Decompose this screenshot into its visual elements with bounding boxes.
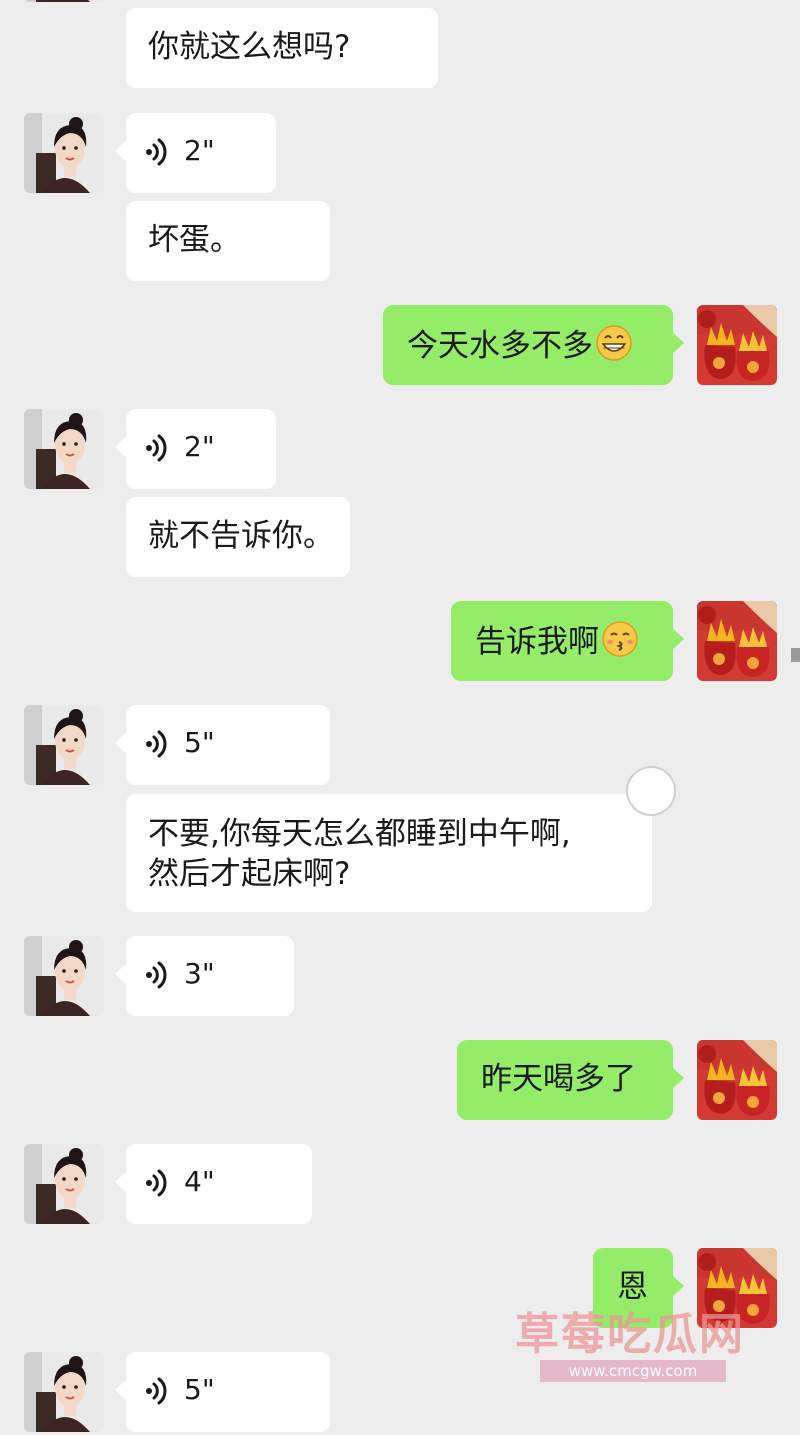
message-bubble-incoming[interactable]: 不要,你每天怎么都睡到中午啊, 然后才起床啊? bbox=[126, 794, 652, 912]
message-bubble-incoming[interactable]: 坏蛋。 bbox=[126, 201, 330, 281]
contact-avatar[interactable] bbox=[24, 1352, 104, 1432]
message-text: 告诉我啊 bbox=[475, 620, 639, 662]
voice-wave-icon bbox=[144, 1376, 170, 1406]
voice-wave-icon bbox=[144, 960, 170, 990]
message-text-content: 今天水多不多 bbox=[407, 328, 593, 364]
watermark-text: 草莓吃瓜网 bbox=[515, 1309, 745, 1360]
contact-avatar[interactable] bbox=[24, 0, 104, 2]
message-text: 昨天喝多了 bbox=[481, 1061, 636, 1097]
floating-button[interactable] bbox=[626, 766, 676, 816]
watermark-url: www.cmcgw.com bbox=[540, 1360, 726, 1382]
self-avatar[interactable] bbox=[697, 305, 777, 385]
kiss-emoji-icon bbox=[601, 620, 639, 658]
voice-wave-icon bbox=[144, 729, 170, 759]
contact-avatar[interactable] bbox=[24, 409, 104, 489]
message-bubble-incoming[interactable]: 你就这么想吗? bbox=[126, 8, 438, 88]
scrollbar-thumb[interactable] bbox=[791, 648, 800, 662]
voice-duration: 2" bbox=[184, 134, 215, 167]
contact-avatar[interactable] bbox=[24, 936, 104, 1016]
grin-emoji-icon bbox=[595, 324, 633, 362]
self-avatar[interactable] bbox=[697, 601, 777, 681]
message-text: 坏蛋。 bbox=[148, 222, 241, 258]
voice-duration: 5" bbox=[184, 726, 215, 759]
voice-duration: 2" bbox=[184, 430, 215, 463]
voice-message-bubble[interactable]: 3" bbox=[115, 936, 294, 1016]
voice-duration: 4" bbox=[184, 1165, 215, 1198]
contact-avatar[interactable] bbox=[24, 705, 104, 785]
voice-message-bubble[interactable]: 2" bbox=[115, 113, 276, 193]
voice-message-bubble[interactable]: 4" bbox=[115, 1144, 312, 1224]
message-text: 不要,你每天怎么都睡到中午啊, bbox=[148, 816, 571, 852]
contact-avatar[interactable] bbox=[24, 113, 104, 193]
voice-wave-icon bbox=[144, 433, 170, 463]
contact-avatar[interactable] bbox=[24, 1144, 104, 1224]
voice-wave-icon bbox=[144, 1168, 170, 1198]
message-bubble-incoming[interactable]: 就不告诉你。 bbox=[126, 497, 350, 577]
message-text-line2: 然后才起床啊? bbox=[148, 856, 351, 892]
voice-wave-icon bbox=[144, 137, 170, 167]
message-text-content: 告诉我啊 bbox=[475, 624, 599, 660]
voice-message-bubble[interactable]: 2" bbox=[115, 409, 276, 489]
message-bubble-outgoing[interactable]: 今天水多不多 bbox=[383, 305, 684, 385]
message-text: 今天水多不多 bbox=[407, 324, 633, 366]
message-bubble-outgoing[interactable]: 告诉我啊 bbox=[451, 601, 684, 681]
message-bubble-outgoing[interactable]: 昨天喝多了 bbox=[457, 1040, 684, 1120]
voice-message-bubble[interactable]: 5" bbox=[115, 705, 330, 785]
voice-duration: 3" bbox=[184, 957, 215, 990]
self-avatar[interactable] bbox=[697, 1040, 777, 1120]
message-text: 你就这么想吗? bbox=[148, 29, 351, 65]
voice-message-bubble[interactable]: 5" bbox=[115, 1352, 330, 1432]
message-text: 就不告诉你。 bbox=[148, 518, 334, 554]
voice-duration: 5" bbox=[184, 1373, 215, 1406]
